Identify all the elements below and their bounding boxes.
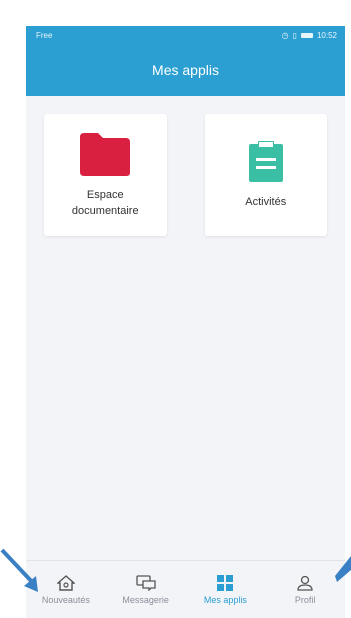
nav-label: Mes applis xyxy=(203,594,247,605)
clock-label: 10:52 xyxy=(316,30,337,40)
nav-label: Profil xyxy=(294,594,316,605)
bottom-nav: Nouveautés Messagerie Mes applis Profil xyxy=(26,560,345,618)
app-tile-label: Espace documentaire xyxy=(71,189,139,217)
nav-item-profil[interactable]: Profil xyxy=(270,575,340,605)
arrow-pointer-right xyxy=(335,556,351,582)
app-tile-label: Activités xyxy=(245,196,287,208)
folder-icon xyxy=(80,133,131,176)
page-title: Mes applis xyxy=(152,62,219,78)
battery-icon xyxy=(300,32,313,38)
alarm-icon: ◷ xyxy=(281,30,289,40)
nav-label: Nouveautés xyxy=(41,594,90,605)
status-bar: Free ◷ ▯ 10:52 xyxy=(26,26,345,44)
nav-item-messagerie[interactable]: Messagerie xyxy=(111,574,181,605)
apps-grid: Espace documentaire Activités xyxy=(26,96,345,236)
app-tile-activites[interactable]: Activités xyxy=(204,114,327,236)
app-tile-espace-documentaire[interactable]: Espace documentaire xyxy=(44,114,167,236)
nav-item-mes-applis[interactable]: Mes applis xyxy=(190,574,260,605)
chat-icon xyxy=(135,574,156,591)
phone-screen: Free ◷ ▯ 10:52 Mes applis Espace documen… xyxy=(26,26,345,618)
carrier-label: Free xyxy=(36,30,53,40)
user-icon xyxy=(297,575,313,591)
clipboard-icon xyxy=(248,141,283,182)
home-icon xyxy=(56,574,75,591)
nav-label: Messagerie xyxy=(122,594,169,605)
status-icons: ◷ ▯ 10:52 xyxy=(282,31,337,40)
app-header: Mes applis xyxy=(26,44,345,96)
vibrate-icon: ▯ xyxy=(292,30,297,40)
grid-icon xyxy=(217,574,234,591)
arrow-pointer-left xyxy=(0,548,38,592)
